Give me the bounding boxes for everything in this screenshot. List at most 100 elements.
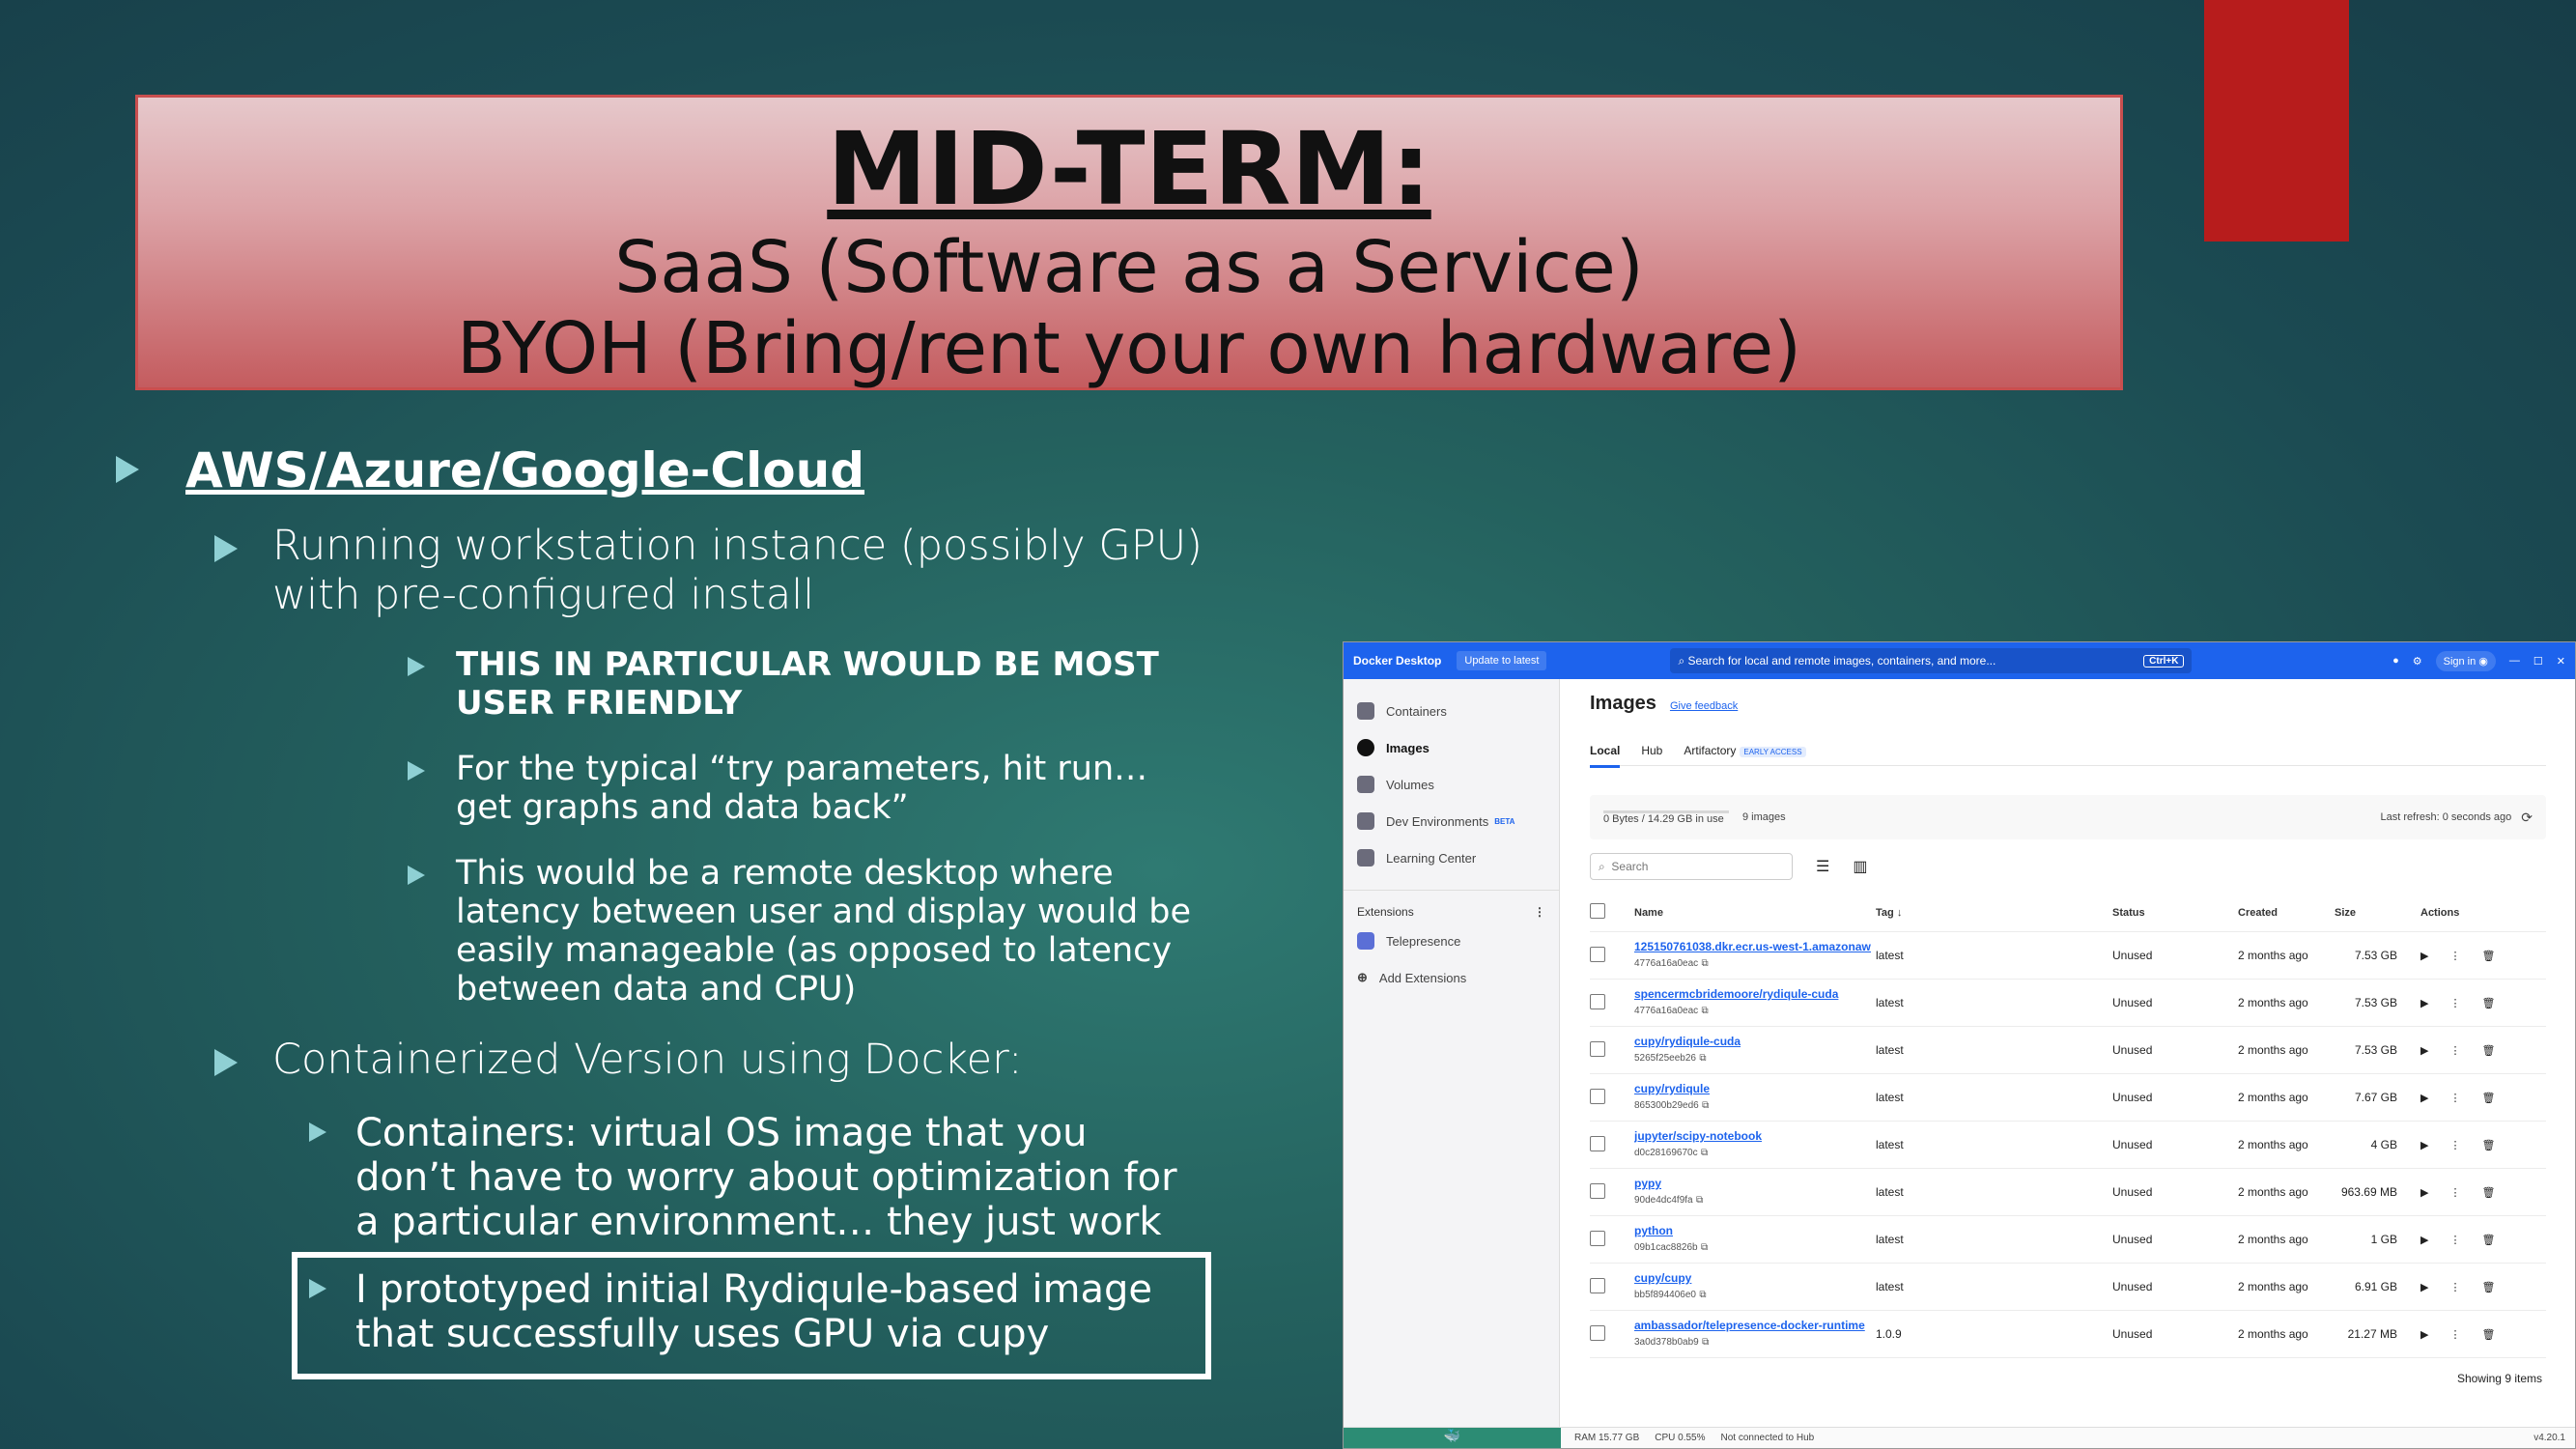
image-search-input[interactable]: ⌕ Search [1590, 853, 1793, 880]
delete-icon[interactable]: 🗑 [2481, 1328, 2495, 1341]
row-checkbox[interactable] [1590, 993, 1605, 1009]
docker-whale-icon[interactable]: 🐳 [1344, 1427, 1561, 1448]
table-row[interactable]: cupy/cupy bb5f894406e0 ⧉ latest Unused 2 mon… [1590, 1264, 2546, 1311]
copy-icon[interactable]: ⧉ [1702, 958, 1709, 969]
tab-artifactory[interactable]: Artifactory EARLY ACCESS [1684, 744, 1806, 757]
delete-icon[interactable]: 🗑 [2481, 950, 2495, 962]
tab-local[interactable]: Local [1590, 744, 1621, 768]
sidebar-label: Images [1386, 740, 1430, 755]
col-size[interactable]: Size [2335, 907, 2407, 919]
row-checkbox[interactable] [1590, 1135, 1605, 1151]
delete-icon[interactable]: 🗑 [2481, 1281, 2495, 1293]
more-options-icon[interactable]: ⋮ [2449, 1281, 2460, 1293]
row-checkbox[interactable] [1590, 1230, 1605, 1246]
more-options-icon[interactable]: ⋮ [2449, 1186, 2460, 1199]
table-row[interactable]: python 09b1cac8826b ⧉ latest Unused 2 months… [1590, 1216, 2546, 1264]
sidebar-item-telepresence[interactable]: Telepresence [1344, 923, 1559, 959]
sidebar-item-dev-environments[interactable]: Dev Environments BETA [1344, 803, 1559, 839]
tab-hub[interactable]: Hub [1641, 744, 1662, 757]
more-options-icon[interactable]: ⋮ [2449, 1234, 2460, 1246]
image-name-link[interactable]: cupy/cupy [1634, 1270, 1871, 1286]
delete-icon[interactable]: 🗑 [2481, 1092, 2495, 1104]
copy-icon[interactable]: ⧉ [1702, 1100, 1709, 1111]
row-checkbox[interactable] [1590, 1088, 1605, 1104]
table-row[interactable]: cupy/rydiqule 865300b29ed6 ⧉ latest Unused 2… [1590, 1074, 2546, 1122]
col-name[interactable]: Name [1634, 905, 1876, 921]
copy-icon[interactable]: ⧉ [1701, 1148, 1708, 1158]
run-icon[interactable]: ▶ [2420, 950, 2428, 962]
more-options-icon[interactable]: ⋮ [2449, 1044, 2460, 1057]
sidebar-item-containers[interactable]: Containers [1344, 693, 1559, 729]
table-row[interactable]: jupyter/scipy-notebook d0c28169670c ⧉ late… [1590, 1122, 2546, 1169]
copy-icon[interactable]: ⧉ [1696, 1195, 1703, 1206]
bullet-arrow-icon [309, 1122, 326, 1142]
copy-icon[interactable]: ⧉ [1702, 1337, 1709, 1348]
minimize-icon[interactable]: — [2509, 655, 2520, 667]
more-options-icon[interactable]: ⋮ [2449, 1328, 2460, 1341]
table-row[interactable]: pypy 90de4dc4f9fa ⧉ latest Unused 2 months a… [1590, 1169, 2546, 1216]
delete-icon[interactable]: 🗑 [2481, 997, 2495, 1009]
delete-icon[interactable]: 🗑 [2481, 1234, 2495, 1246]
more-options-icon[interactable]: ⋮ [2449, 997, 2460, 1009]
col-tag[interactable]: Tag ↓ [1876, 907, 2112, 919]
delete-icon[interactable]: 🗑 [2481, 1186, 2495, 1199]
sign-in-button[interactable]: Sign in ◉ [2435, 650, 2496, 671]
row-checkbox[interactable] [1590, 946, 1605, 962]
run-icon[interactable]: ▶ [2420, 1092, 2428, 1104]
run-icon[interactable]: ▶ [2420, 997, 2428, 1009]
global-search-input[interactable]: ⌕ Search for local and remote images, co… [1670, 648, 2193, 673]
filter-icon[interactable]: ☰ [1816, 857, 1829, 876]
run-icon[interactable]: ▶ [2420, 1234, 2428, 1246]
table-row[interactable]: spencermcbridemoore/rydiqule-cuda 4776a16… [1590, 980, 2546, 1027]
image-name-link[interactable]: 125150761038.dkr.ecr.us-west-1.amazonaws [1634, 939, 1871, 954]
table-row[interactable]: 125150761038.dkr.ecr.us-west-1.amazonaws… [1590, 932, 2546, 980]
run-icon[interactable]: ▶ [2420, 1281, 2428, 1293]
select-all-checkbox[interactable] [1590, 903, 1605, 919]
refresh-icon[interactable]: ⟳ [2521, 810, 2533, 826]
gear-icon[interactable]: ⚙ [2413, 655, 2422, 668]
more-options-icon[interactable]: ⋮ [1534, 905, 1545, 919]
run-icon[interactable]: ▶ [2420, 1328, 2428, 1341]
run-icon[interactable]: ▶ [2420, 1044, 2428, 1057]
more-options-icon[interactable]: ⋮ [2449, 1139, 2460, 1151]
sidebar-item-learning-center[interactable]: Learning Center [1344, 839, 1559, 876]
sidebar-item-images[interactable]: Images [1344, 729, 1559, 766]
row-checkbox[interactable] [1590, 1277, 1605, 1293]
give-feedback-link[interactable]: Give feedback [1670, 700, 1738, 712]
col-created[interactable]: Created [2238, 907, 2335, 919]
bullet-prototyped-text: I prototyped initial Rydiqule-based imag… [355, 1267, 1152, 1356]
run-icon[interactable]: ▶ [2420, 1186, 2428, 1199]
bullet-arrow-icon [408, 866, 425, 885]
row-checkbox[interactable] [1590, 1324, 1605, 1341]
sidebar-item-add-extensions[interactable]: ⊕ Add Extensions [1344, 959, 1559, 996]
bug-icon[interactable]: ● [2392, 655, 2399, 667]
delete-icon[interactable]: 🗑 [2481, 1044, 2495, 1057]
copy-icon[interactable]: ⧉ [1699, 1290, 1706, 1300]
table-row[interactable]: cupy/rydiqule-cuda 5265f25eeb26 ⧉ latest Un… [1590, 1027, 2546, 1074]
copy-icon[interactable]: ⧉ [1702, 1006, 1709, 1016]
copy-icon[interactable]: ⧉ [1701, 1242, 1708, 1253]
sidebar-item-volumes[interactable]: Volumes [1344, 766, 1559, 803]
columns-icon[interactable]: ▥ [1853, 857, 1867, 876]
row-checkbox[interactable] [1590, 1040, 1605, 1057]
image-name-link[interactable]: ambassador/telepresence-docker-runtime [1634, 1318, 1871, 1333]
beta-badge: BETA [1494, 816, 1515, 826]
image-name-link[interactable]: spencermcbridemoore/rydiqule-cuda [1634, 986, 1871, 1002]
image-name-link[interactable]: jupyter/scipy-notebook [1634, 1128, 1871, 1144]
delete-icon[interactable]: 🗑 [2481, 1139, 2495, 1151]
row-checkbox[interactable] [1590, 1182, 1605, 1199]
image-size: 7.67 GB [2354, 1091, 2397, 1104]
image-name-link[interactable]: cupy/rydiqule-cuda [1634, 1034, 1871, 1049]
image-name-link[interactable]: cupy/rydiqule [1634, 1081, 1871, 1096]
table-row[interactable]: ambassador/telepresence-docker-runtime 3a… [1590, 1311, 2546, 1358]
close-icon[interactable]: ✕ [2557, 655, 2565, 668]
more-options-icon[interactable]: ⋮ [2449, 950, 2460, 962]
image-name-link[interactable]: python [1634, 1223, 1871, 1238]
maximize-icon[interactable]: ☐ [2534, 655, 2543, 668]
image-name-link[interactable]: pypy [1634, 1176, 1871, 1191]
col-status[interactable]: Status [2112, 907, 2238, 919]
run-icon[interactable]: ▶ [2420, 1139, 2428, 1151]
more-options-icon[interactable]: ⋮ [2449, 1092, 2460, 1104]
copy-icon[interactable]: ⧉ [1699, 1053, 1706, 1064]
update-button[interactable]: Update to latest [1457, 651, 1547, 670]
